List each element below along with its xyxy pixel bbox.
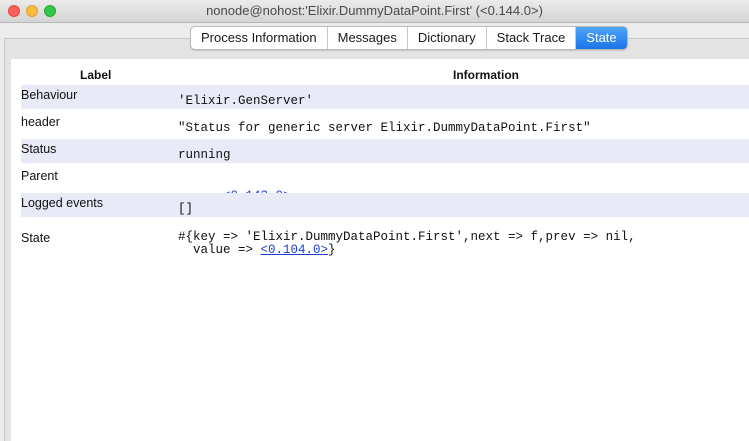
information-column-header: Information bbox=[453, 68, 519, 82]
state-value-line2-suffix: } bbox=[328, 243, 336, 257]
window-title: nonode@nohost:'Elixir.DummyDataPoint.Fir… bbox=[206, 3, 543, 18]
row-label: Status bbox=[21, 142, 57, 156]
row-label: Parent bbox=[21, 169, 58, 183]
table-row: Behaviour 'Elixir.GenServer' bbox=[21, 85, 749, 109]
row-label: Logged events bbox=[21, 196, 104, 210]
row-value: 'Elixir.GenServer' bbox=[178, 94, 314, 108]
state-value-pid-link[interactable]: <0.104.0> bbox=[261, 243, 329, 257]
state-value-line1: #{key => 'Elixir.DummyDataPoint.First',n… bbox=[178, 230, 636, 244]
tab-stack-trace[interactable]: Stack Trace bbox=[487, 27, 577, 49]
row-value: [] bbox=[178, 202, 194, 216]
state-value-line2-prefix: value => bbox=[178, 243, 261, 257]
row-value: #{key => 'Elixir.DummyDataPoint.First',n… bbox=[178, 231, 636, 257]
table-row: header "Status for generic server Elixir… bbox=[21, 112, 749, 136]
row-value: running bbox=[178, 148, 231, 162]
row-label: State bbox=[21, 231, 51, 245]
label-column-header: Label bbox=[80, 68, 112, 82]
title-bar: nonode@nohost:'Elixir.DummyDataPoint.Fir… bbox=[0, 0, 749, 23]
tab-state[interactable]: State bbox=[576, 27, 627, 49]
tab-messages[interactable]: Messages bbox=[328, 27, 408, 49]
state-table: Label Information Behaviour 'Elixir.GenS… bbox=[11, 59, 749, 441]
tab-dictionary[interactable]: Dictionary bbox=[408, 27, 487, 49]
table-row: Parent <0.143.0> bbox=[21, 166, 749, 203]
table-row: Logged events [] bbox=[21, 193, 749, 217]
table-row: State #{key => 'Elixir.DummyDataPoint.Fi… bbox=[21, 224, 749, 264]
tab-bar: Process Information Messages Dictionary … bbox=[190, 26, 628, 50]
row-value: "Status for generic server Elixir.DummyD… bbox=[178, 121, 591, 135]
row-label: Behaviour bbox=[21, 88, 78, 102]
tab-process-information[interactable]: Process Information bbox=[191, 27, 328, 49]
table-row: Status running bbox=[21, 139, 749, 163]
row-label: header bbox=[21, 115, 60, 129]
